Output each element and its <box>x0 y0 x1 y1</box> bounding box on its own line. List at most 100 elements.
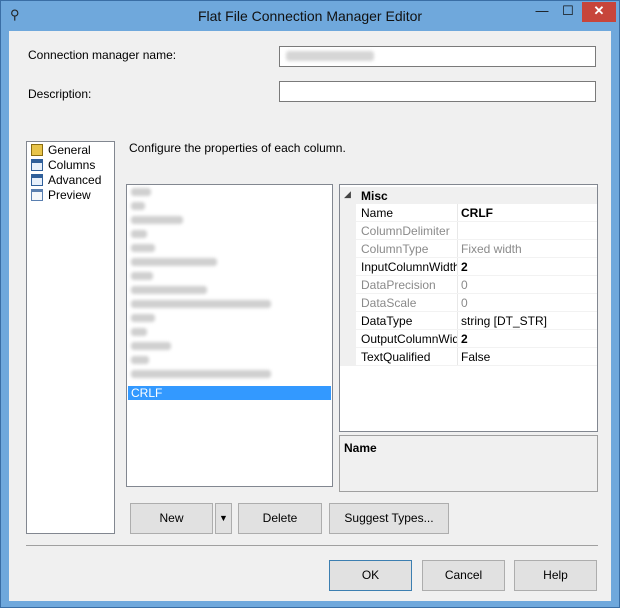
nav-item-preview[interactable]: Preview <box>29 188 91 203</box>
nav-item-label: Advanced <box>48 173 102 187</box>
dialog-window: ⚲ Flat File Connection Manager Editor — … <box>0 0 620 608</box>
list-item[interactable] <box>128 227 331 241</box>
new-dropdown-button[interactable]: ▼ <box>215 503 232 534</box>
row-gutter <box>340 204 356 222</box>
description-title: Name <box>344 441 377 455</box>
row-gutter <box>340 276 356 294</box>
cancel-button[interactable]: Cancel <box>422 560 505 591</box>
property-name: ColumnDelimiter <box>361 224 450 238</box>
maximize-button[interactable]: ☐ <box>555 2 581 22</box>
redacted-column-name <box>131 314 155 322</box>
property-name: DataScale <box>361 296 417 310</box>
list-item[interactable] <box>128 185 331 199</box>
redacted-column-name <box>131 272 153 280</box>
connection-name-text-redacted <box>286 51 374 61</box>
nav-item-label: Columns <box>48 158 96 172</box>
chevron-down-icon: ▼ <box>219 513 228 523</box>
ok-button[interactable]: OK <box>329 560 412 591</box>
row-gutter <box>340 258 356 276</box>
window-title: Flat File Connection Manager Editor <box>197 8 423 24</box>
redacted-column-name <box>131 230 147 238</box>
row-gutter <box>340 240 356 258</box>
column-divider <box>457 330 458 348</box>
redacted-column-name <box>131 300 271 308</box>
list-item[interactable] <box>128 255 331 269</box>
description-field[interactable] <box>279 81 596 102</box>
column-divider <box>457 258 458 276</box>
help-button[interactable]: Help <box>514 560 597 591</box>
property-row-output-column-width[interactable]: OutputColumnWidth 2 <box>340 330 597 348</box>
advanced-instructions: Configure the properties of each column. <box>129 141 346 155</box>
list-item[interactable] <box>128 269 331 283</box>
column-list[interactable]: CRLF <box>126 184 333 487</box>
row-line <box>356 365 597 366</box>
general-icon <box>31 144 43 156</box>
property-row-column-type[interactable]: ColumnType Fixed width <box>340 240 597 258</box>
dialog-client: Connection manager name: Description: Ge… <box>9 31 611 601</box>
list-item[interactable] <box>128 199 331 213</box>
property-value[interactable]: False <box>461 350 490 364</box>
new-button[interactable]: New <box>130 503 213 534</box>
preview-icon <box>31 189 43 201</box>
connection-name-field[interactable] <box>279 46 596 67</box>
property-name: DataType <box>361 314 413 328</box>
list-item[interactable] <box>128 213 331 227</box>
property-row-data-precision[interactable]: DataPrecision 0 <box>340 276 597 294</box>
list-item[interactable] <box>128 297 331 311</box>
list-item[interactable] <box>128 367 331 381</box>
column-divider <box>457 294 458 312</box>
description-label: Description: <box>28 87 92 101</box>
redacted-column-name <box>131 216 183 224</box>
list-item[interactable] <box>128 339 331 353</box>
row-gutter <box>340 222 356 240</box>
redacted-column-name <box>131 356 149 364</box>
list-item[interactable] <box>128 353 331 367</box>
list-item[interactable] <box>128 283 331 297</box>
nav-item-general[interactable]: General <box>29 143 91 158</box>
row-gutter <box>340 294 356 312</box>
property-value[interactable]: Fixed width <box>461 242 522 256</box>
property-value[interactable]: 0 <box>461 296 468 310</box>
property-value[interactable]: 2 <box>461 260 468 274</box>
redacted-column-name <box>131 244 155 252</box>
list-item-selected[interactable]: CRLF <box>128 386 331 400</box>
property-name: InputColumnWidth <box>361 260 457 274</box>
list-item[interactable] <box>128 311 331 325</box>
column-divider <box>457 240 458 258</box>
property-grid[interactable]: ◢ Misc Name CRLF ColumnDelimiter ColumnTy… <box>339 184 598 432</box>
row-gutter <box>340 348 356 366</box>
title-bar[interactable]: ⚲ Flat File Connection Manager Editor — … <box>1 1 619 31</box>
property-name: OutputColumnWidth <box>361 332 457 346</box>
property-value[interactable]: string [DT_STR] <box>461 314 547 328</box>
column-divider <box>457 204 458 222</box>
property-row-text-qualified[interactable]: TextQualified False <box>340 348 597 366</box>
property-value[interactable]: 2 <box>461 332 468 346</box>
delete-button[interactable]: Delete <box>238 503 322 534</box>
advanced-icon <box>31 174 43 186</box>
minimize-button[interactable]: — <box>529 2 555 22</box>
property-row-column-delimiter[interactable]: ColumnDelimiter <box>340 222 597 240</box>
property-description-panel: Name <box>339 435 598 492</box>
property-row-input-column-width[interactable]: InputColumnWidth 2 <box>340 258 597 276</box>
redacted-column-name <box>131 258 217 266</box>
property-name: DataPrecision <box>361 278 436 292</box>
property-row-name[interactable]: Name CRLF <box>340 204 597 222</box>
property-row-data-scale[interactable]: DataScale 0 <box>340 294 597 312</box>
redacted-column-name <box>131 286 207 294</box>
property-row-data-type[interactable]: DataType string [DT_STR] <box>340 312 597 330</box>
collapse-triangle-icon[interactable]: ◢ <box>344 189 351 200</box>
redacted-column-name <box>131 328 147 336</box>
close-button[interactable]: ✕ <box>582 2 616 22</box>
list-item[interactable] <box>128 241 331 255</box>
list-item[interactable] <box>128 325 331 339</box>
redacted-column-name <box>131 188 151 196</box>
column-divider <box>457 222 458 240</box>
nav-item-advanced[interactable]: Advanced <box>29 173 101 188</box>
property-name: Name <box>361 206 394 220</box>
nav-item-columns[interactable]: Columns <box>29 158 95 173</box>
property-value[interactable]: 0 <box>461 278 468 292</box>
property-category[interactable]: ◢ Misc <box>340 187 597 204</box>
property-value[interactable]: CRLF <box>461 206 493 220</box>
suggest-types-button[interactable]: Suggest Types... <box>329 503 449 534</box>
row-gutter <box>340 330 356 348</box>
